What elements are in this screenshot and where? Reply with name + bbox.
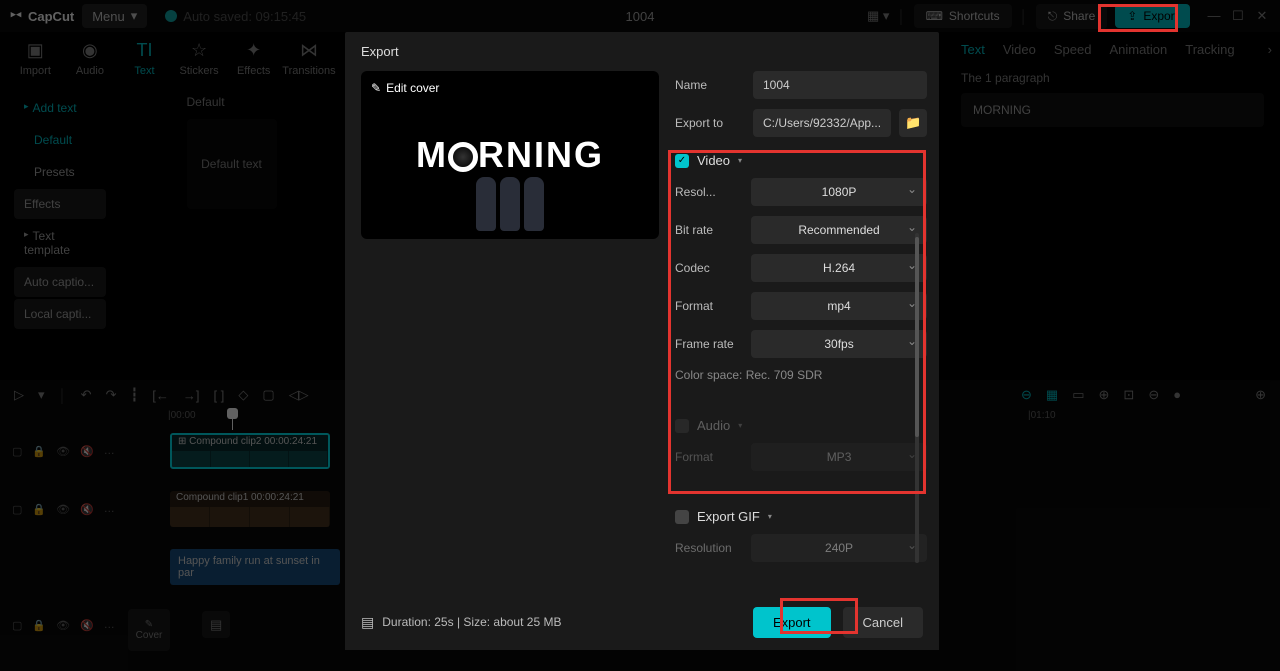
color-space-note: Color space: Rec. 709 SDR: [675, 368, 927, 382]
chevron-down-icon: ▾: [738, 156, 742, 165]
resolution-label: Resol...: [675, 185, 751, 199]
bitrate-select[interactable]: Recommended: [751, 216, 927, 244]
audio-format-select[interactable]: MP3: [751, 443, 927, 471]
modal-title: Export: [345, 32, 939, 71]
cover-preview[interactable]: ✎Edit cover MRNING: [361, 71, 659, 239]
cancel-button[interactable]: Cancel: [843, 607, 923, 638]
export-modal: Export ✎Edit cover MRNING Name 1004 Expo…: [345, 32, 939, 650]
name-label: Name: [675, 78, 745, 92]
audio-section-header[interactable]: ✓ Audio▾: [675, 418, 927, 433]
film-icon: ▤: [361, 614, 374, 631]
export-to-label: Export to: [675, 116, 745, 130]
export-info: ▤ Duration: 25s | Size: about 25 MB: [361, 614, 561, 631]
codec-label: Codec: [675, 261, 751, 275]
codec-select[interactable]: H.264: [751, 254, 927, 282]
scrollbar[interactable]: [915, 233, 919, 563]
format-select[interactable]: mp4: [751, 292, 927, 320]
browse-folder-button[interactable]: 📁: [899, 109, 927, 137]
cover-text: MRNING: [416, 134, 604, 176]
bitrate-label: Bit rate: [675, 223, 751, 237]
framerate-label: Frame rate: [675, 337, 751, 351]
gif-resolution-select[interactable]: 240P: [751, 534, 927, 562]
framerate-select[interactable]: 30fps: [751, 330, 927, 358]
resolution-select[interactable]: 1080P: [751, 178, 927, 206]
format-label: Format: [675, 299, 751, 313]
edit-cover-button[interactable]: ✎Edit cover: [371, 81, 439, 95]
audio-checkbox[interactable]: ✓: [675, 419, 689, 433]
gif-checkbox[interactable]: ✓: [675, 510, 689, 524]
export-confirm-button[interactable]: Export: [753, 607, 831, 638]
video-checkbox[interactable]: ✓: [675, 154, 689, 168]
pencil-icon: ✎: [371, 81, 381, 95]
video-section-header[interactable]: ✓ Video▾: [675, 153, 927, 168]
gif-section-header[interactable]: ✓ Export GIF▾: [675, 509, 927, 524]
name-input[interactable]: 1004: [753, 71, 927, 99]
folder-icon: 📁: [905, 115, 921, 131]
export-path-input[interactable]: C:/Users/92332/App...: [753, 109, 891, 137]
